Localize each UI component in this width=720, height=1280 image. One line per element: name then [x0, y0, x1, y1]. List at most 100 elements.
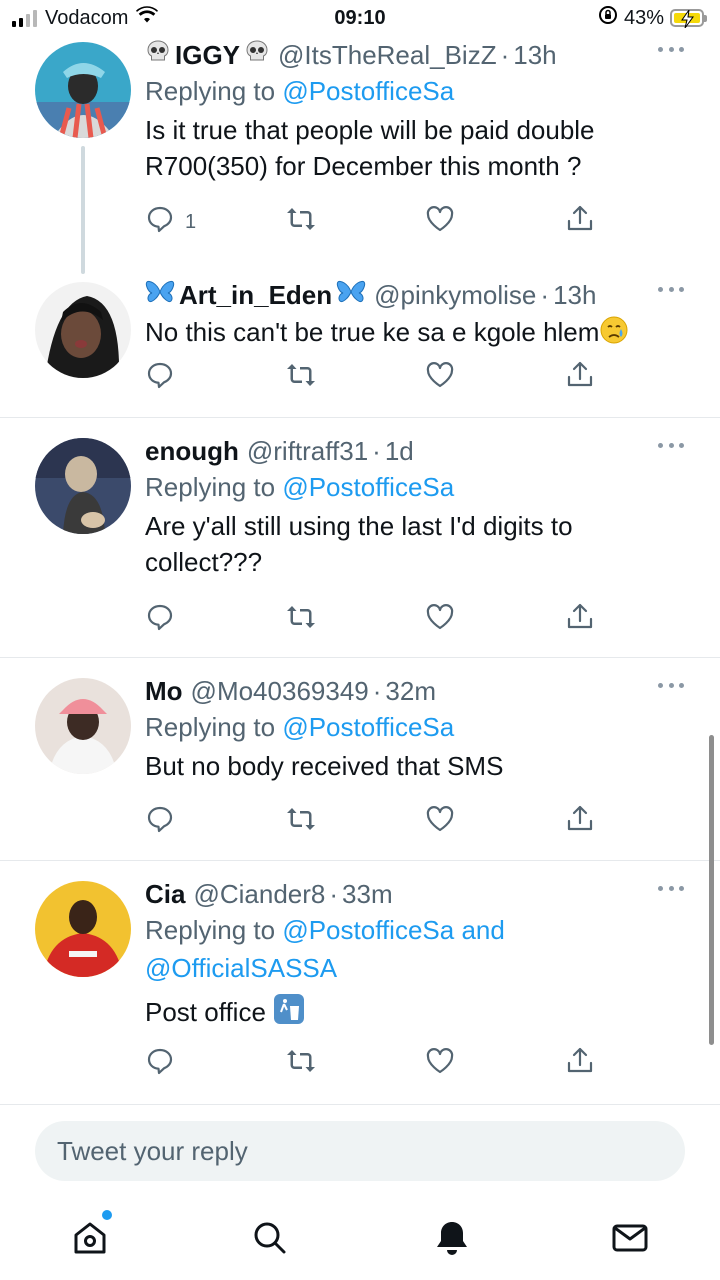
like-button[interactable] — [425, 806, 455, 838]
reply-button[interactable] — [145, 1048, 185, 1080]
reply-count: 1 — [185, 210, 197, 233]
tweet-body: IGGY @ItsTheReal_BizZ · 13h Replying to … — [145, 38, 690, 184]
tweet-item[interactable]: enough @riftraff31 · 1d Replying to @Pos… — [0, 418, 720, 658]
tab-search[interactable] — [246, 1216, 294, 1264]
retweet-button[interactable] — [285, 206, 317, 238]
tweet-item[interactable]: Cia @Ciander8 · 33m Replying to @Postoff… — [0, 861, 720, 1104]
mention-link[interactable]: @PostofficeSa — [282, 76, 454, 106]
skull-icon — [145, 39, 171, 72]
reply-button[interactable] — [145, 806, 185, 838]
tweet-actions — [145, 360, 690, 396]
tab-messages[interactable] — [606, 1216, 654, 1264]
user-handle[interactable]: @riftraff31 — [247, 436, 368, 467]
reply-icon — [145, 360, 175, 396]
display-name[interactable]: IGGY — [175, 40, 240, 71]
separator-dot: · — [500, 39, 510, 70]
share-icon — [565, 360, 595, 396]
avatar[interactable] — [35, 42, 131, 138]
tweet-text: Post office — [145, 993, 690, 1034]
more-options-icon[interactable] — [658, 440, 684, 450]
tweet-body: Cia @Ciander8 · 33m Replying to @Postoff… — [145, 877, 690, 1034]
user-handle[interactable]: @Mo40369349 — [191, 676, 369, 707]
like-button[interactable] — [425, 1048, 455, 1080]
tweet-text: But no body received that SMS — [145, 751, 504, 781]
like-button[interactable] — [425, 362, 455, 394]
tweet-time: 13h — [553, 279, 597, 310]
more-options-icon[interactable] — [658, 680, 684, 690]
share-button[interactable] — [565, 204, 595, 240]
user-handle[interactable]: @Ciander8 — [193, 879, 325, 910]
avatar[interactable] — [35, 282, 131, 378]
litter-bin-icon — [273, 993, 305, 1034]
mention-link[interactable]: @PostofficeSa — [282, 915, 454, 945]
mention-link[interactable]: @PostofficeSa — [282, 472, 454, 502]
mention-link[interactable]: @OfficialSASSA — [145, 953, 337, 983]
butterfly-icon — [336, 279, 366, 312]
user-handle[interactable]: @ItsTheReal_BizZ — [278, 40, 497, 71]
share-button[interactable] — [565, 1046, 595, 1082]
share-icon — [565, 204, 595, 240]
tweet-item[interactable]: IGGY @ItsTheReal_BizZ · 13h Replying to … — [0, 38, 720, 274]
like-button[interactable] — [425, 604, 455, 636]
search-icon — [250, 1218, 290, 1263]
more-options-icon[interactable] — [658, 44, 684, 54]
heart-icon — [425, 204, 455, 240]
replying-to: Replying to @PostofficeSa and @OfficialS… — [145, 911, 690, 987]
display-name[interactable]: enough — [145, 436, 239, 467]
tweet-text: No this can't be true ke sa e kgole hlem — [145, 314, 690, 354]
retweet-icon — [285, 360, 317, 396]
tweet-time: 32m — [385, 675, 436, 706]
tweet-text-content: Post office — [145, 997, 266, 1027]
tweet-text-content: No this can't be true ke sa e kgole hlem — [145, 317, 600, 347]
more-options-icon[interactable] — [658, 883, 684, 893]
display-name[interactable]: Cia — [145, 879, 185, 910]
replying-label: Replying to — [145, 472, 276, 502]
reply-button[interactable] — [145, 604, 185, 636]
retweet-button[interactable] — [285, 362, 317, 394]
share-icon — [565, 804, 595, 840]
reply-button[interactable] — [145, 362, 185, 394]
tab-home[interactable] — [66, 1210, 114, 1264]
home-new-indicator — [102, 1210, 112, 1220]
battery-charging-icon — [670, 9, 707, 28]
replying-to: Replying to @PostofficeSa — [145, 708, 690, 746]
reply-button[interactable]: 1 — [145, 206, 196, 238]
retweet-button[interactable] — [285, 806, 317, 838]
tweet-header: Cia @Ciander8 · 33m — [145, 877, 690, 911]
avatar[interactable] — [35, 438, 131, 534]
tweet-actions — [145, 1046, 690, 1082]
avatar[interactable] — [35, 881, 131, 977]
tweet-body: enough @riftraff31 · 1d Replying to @Pos… — [145, 434, 690, 580]
tweet-actions: 1 — [145, 204, 690, 240]
reply-input[interactable]: Tweet your reply — [35, 1121, 685, 1181]
share-icon — [565, 1046, 595, 1082]
reply-icon — [145, 602, 175, 638]
tweet-actions — [145, 804, 690, 840]
like-button[interactable] — [425, 206, 455, 238]
share-button[interactable] — [565, 603, 595, 636]
retweet-button[interactable] — [285, 1048, 317, 1080]
reply-icon — [145, 204, 175, 240]
tweet-actions — [145, 603, 690, 636]
tweet-header: IGGY @ItsTheReal_BizZ · 13h — [145, 38, 690, 72]
share-button[interactable] — [565, 804, 595, 840]
tweet-header: Art_in_Eden @pinkymolise · 13h — [145, 278, 690, 312]
separator-dot: · — [372, 675, 382, 706]
notifications-icon — [432, 1218, 472, 1263]
tweet-item[interactable]: Mo @Mo40369349 · 32m Replying to @Postof… — [0, 658, 720, 861]
scrollbar[interactable] — [709, 735, 714, 1045]
retweet-icon — [285, 602, 317, 638]
separator-dot: · — [540, 279, 550, 310]
avatar[interactable] — [35, 678, 131, 774]
user-handle[interactable]: @pinkymolise — [374, 280, 536, 311]
battery-percent: 43% — [623, 6, 664, 29]
share-button[interactable] — [565, 360, 595, 396]
display-name[interactable]: Mo — [145, 676, 183, 707]
tab-notifications[interactable] — [428, 1216, 476, 1264]
tweet-item[interactable]: Art_in_Eden @pinkymolise · 13h No this c… — [0, 268, 720, 418]
display-name[interactable]: Art_in_Eden — [179, 280, 332, 311]
tweet-header: enough @riftraff31 · 1d — [145, 434, 690, 468]
more-options-icon[interactable] — [658, 284, 684, 294]
mention-link[interactable]: @PostofficeSa — [282, 712, 454, 742]
retweet-button[interactable] — [285, 604, 317, 636]
